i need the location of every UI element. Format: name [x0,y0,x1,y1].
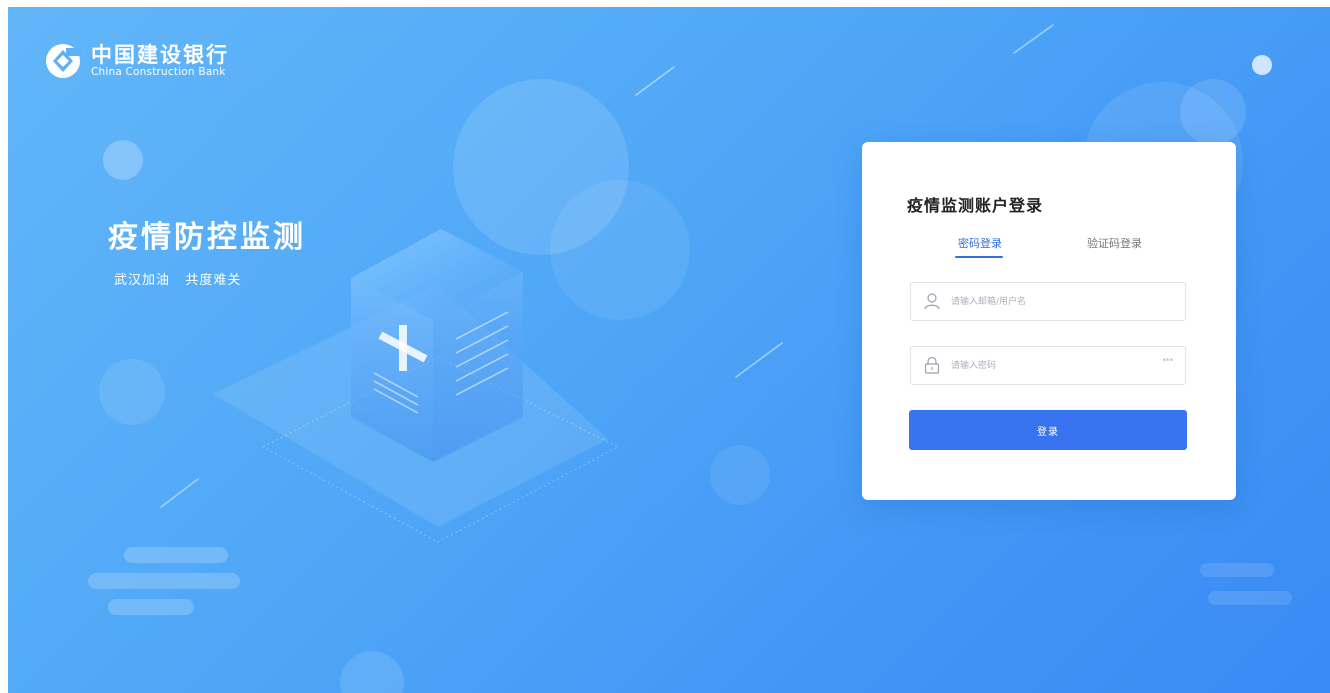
password-visibility-toggle[interactable]: *** [1163,357,1174,365]
password-field[interactable]: *** [910,346,1186,385]
brand-logo: 中国建设银行 China Construction Bank [45,43,229,79]
tab-code-login[interactable]: 验证码登录 [1087,235,1142,251]
hero-subtitle: 武汉加油 共度难关 [114,273,242,288]
active-tab-indicator [955,256,1003,258]
decor-streak [1013,24,1054,54]
login-button[interactable]: 登录 [909,410,1187,450]
brand-name-cn: 中国建设银行 [91,43,229,67]
login-page-background: 中国建设银行 China Construction Bank 疫情防控监测 武汉… [8,7,1330,693]
decor-bar [108,599,194,615]
decor-circle [550,180,690,320]
decor-streak [635,66,675,96]
ccb-logo-icon [46,44,81,78]
tab-password-login[interactable]: 密码登录 [958,235,1002,251]
decor-circle [1252,55,1272,75]
decor-circle [103,140,143,180]
hero-title: 疫情防控监测 [108,220,306,255]
password-input[interactable] [949,347,1153,384]
decor-bar [1200,563,1274,577]
decor-circle [710,445,770,505]
decor-circle [99,359,165,425]
decor-bar [88,573,240,589]
lock-icon [924,356,940,374]
decor-streak [160,478,199,508]
login-card: 疫情监测账户登录 密码登录 验证码登录 *** 登录 [862,142,1236,500]
username-field[interactable] [910,282,1186,321]
decor-bar [1208,591,1292,605]
brand-name-en: China Construction Bank [91,66,226,78]
user-icon [924,293,940,310]
decor-streak [735,342,783,378]
username-input[interactable] [949,283,1153,320]
login-title: 疫情监测账户登录 [907,196,1044,215]
decor-circle [340,651,404,693]
decor-bar [124,547,228,563]
decor-circle [1180,79,1246,145]
